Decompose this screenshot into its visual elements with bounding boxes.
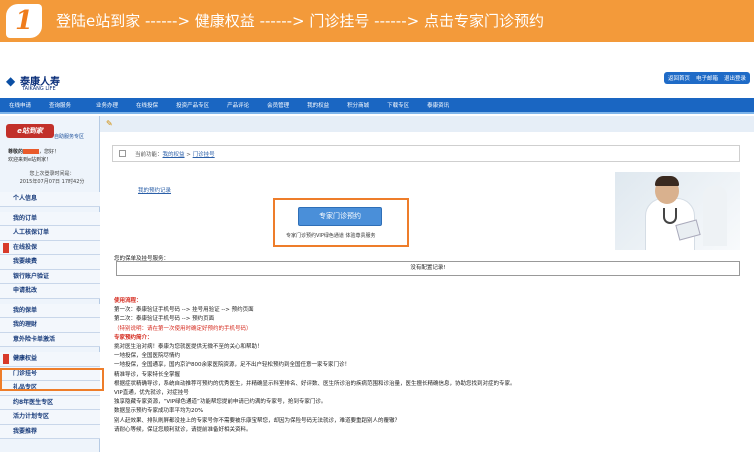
sidebar-item-label: 活力计划专区	[13, 413, 50, 420]
nav-item[interactable]: 会员管理	[258, 101, 298, 109]
instruction-line: 独享隐藏专家资源，“VIP绿色通道”功能帮您提前申请已约满的专家号，抢到专家门诊…	[114, 399, 327, 406]
instruction-line: 请耐心等候，保证您顺利就诊，请提前准备好相关资料。	[114, 426, 252, 433]
sidebar-menu: 个人信息我的订单人工核保订单 在线投保我要续费银行账户验证 申请批改我的保单我的理财…	[0, 192, 100, 439]
sidebar-item-label: 我要推荐	[13, 427, 38, 435]
sidebar-item-label: 我要续费	[13, 258, 38, 265]
sidebar-item[interactable]: 银行账户验证	[0, 269, 100, 284]
sidebar-item[interactable]: 我的保单	[0, 303, 100, 318]
crumb-link-rights[interactable]: 我的权益	[163, 152, 185, 158]
welcome-text: 尊敬的 ，您好！ 欢迎来到e站到家！	[8, 149, 60, 163]
folder-icon: ✎	[106, 119, 113, 128]
instruction-line: 数据显示预约专家成功率平均为20%	[114, 408, 204, 415]
sidebar-item[interactable]: 约8年医生专区	[0, 395, 100, 410]
sidebar-item-label: 申请批改	[13, 287, 38, 294]
top-links: 返回首页 电子邮箱 退出登录	[663, 72, 750, 84]
nav-item[interactable]: 产品评论	[218, 101, 258, 109]
new-tag-icon	[3, 354, 9, 364]
last-login: 您上次登录时间是： 2015年07月07日 17时42分	[19, 171, 85, 185]
main-nav: 在线申请 查询服务 业务办理 在线投保 投资产品专区 产品评论 会员管理 我的权…	[0, 98, 754, 114]
sidebar: e站到家 自助服务专区 尊敬的 ，您好！ 欢迎来到e站到家！ 您上次登录时间是： …	[0, 116, 100, 452]
instruction-line: 一地投保，全国医院尽情约	[114, 353, 181, 360]
step-number-badge: 1	[6, 4, 42, 38]
nav-item[interactable]: 在线投保	[127, 101, 167, 109]
estation-subtitle: 自助服务专区	[54, 134, 85, 140]
sidebar-item[interactable]: 意外险卡单激活	[0, 332, 100, 347]
sidebar-item[interactable]: 健康权益	[0, 352, 100, 367]
email-link[interactable]: 电子邮箱	[696, 74, 718, 82]
instruction-line: 第二次：泰康验证手机号码 --> 预约页面	[114, 316, 215, 323]
sidebar-item[interactable]: 我要续费	[0, 255, 100, 270]
sidebar-item-label: 意外险卡单激活	[13, 335, 56, 343]
nav-item[interactable]: 查询服务	[40, 101, 87, 109]
sidebar-item[interactable]: 我要推荐	[0, 424, 100, 439]
menu-highlight-outline	[0, 368, 104, 391]
estation-logo: e站到家	[6, 124, 54, 138]
home-link[interactable]: 返回首页	[668, 74, 690, 82]
sidebar-item[interactable]: 我的订单	[0, 211, 100, 226]
crumb-current[interactable]: 门诊挂号	[193, 152, 215, 158]
expert-appointment-button[interactable]: 专家门诊预约	[298, 207, 382, 226]
taikang-logo[interactable]: ◆ 泰康人寿 TAIKANG LIFE	[6, 72, 76, 98]
sidebar-item-label: 健康权益	[13, 355, 38, 362]
instruction-line: 别人赶效果、排队刷屏都没挂上的专家号你不需要被乐康宝帮您，却因为保险号码无法就诊…	[114, 417, 401, 424]
page-icon	[119, 150, 126, 157]
sidebar-item-label: 人工核保订单	[13, 229, 50, 236]
nav-item[interactable]: 投资产品专区	[167, 101, 218, 109]
sidebar-item-label: 我的保单	[13, 306, 38, 314]
instruction-line: 使用流程：	[114, 298, 142, 304]
sidebar-item-label: 个人信息	[13, 195, 38, 202]
sidebar-item[interactable]: 我的理财	[0, 318, 100, 333]
breadcrumb: 当前功能：我的权益 > 门诊挂号	[112, 145, 740, 162]
instructions: 使用流程： 第一次：泰康验证手机号码 --> 挂号用验证 --> 预约页面 第二次：…	[114, 297, 734, 435]
nav-item[interactable]: 在线申请	[0, 101, 40, 109]
step-banner: 1 登陆e站到家 ------> 健康权益 ------> 门诊挂号 -----…	[0, 0, 754, 42]
instruction-line: 精准导诊，专家特长全掌握	[114, 371, 181, 378]
sidebar-item-label: 我的理财	[13, 321, 38, 328]
nav-item[interactable]: 积分商城	[338, 101, 378, 109]
instruction-line: VIP直通，优先就诊，对症挂号	[114, 390, 189, 397]
sidebar-item-label: 我的订单	[13, 214, 38, 222]
instruction-line: 一地投保，全国通享，国内京沪800余家医院资源，足不出户轻松预约到全国任意一家专…	[114, 362, 351, 369]
logout-link[interactable]: 退出登录	[724, 74, 746, 82]
logo-en-text: TAIKANG LIFE	[22, 86, 56, 92]
nav-item[interactable]: 我的权益	[298, 101, 338, 109]
masked-name	[23, 149, 40, 154]
new-tag-icon	[3, 242, 9, 253]
sidebar-item-label: 在线投保	[13, 243, 38, 251]
doctor-photo	[615, 172, 740, 250]
sidebar-item-label: 约8年医生专区	[13, 398, 54, 406]
sidebar-item[interactable]: 人工核保订单	[0, 226, 100, 241]
sub-bar: ✎	[100, 116, 754, 132]
instruction-line: 第一次：泰康验证手机号码 --> 挂号用验证 --> 预约页面	[114, 307, 254, 314]
nav-item[interactable]: 业务办理	[87, 101, 127, 109]
sidebar-item-label: 银行账户验证	[13, 272, 50, 280]
sidebar-item[interactable]: 活力计划专区	[0, 410, 100, 425]
instruction-line: 根据症状精确导诊，系统自动推荐可预约的优秀医生，并精确显示科室排名、好评数、医生…	[114, 380, 516, 387]
appointment-record-link[interactable]: 我的预约记录	[138, 186, 171, 194]
sidebar-item[interactable]: 申请批改	[0, 284, 100, 299]
empty-record-box: 没有配置记录!	[116, 261, 740, 276]
nav-item[interactable]: 下载专区	[378, 101, 418, 109]
nav-item[interactable]: 泰康资讯	[418, 101, 458, 109]
sidebar-item[interactable]: 在线投保	[0, 240, 100, 255]
instruction-line: （特别说明：请在第一次使用时确定好预约的手机号码）	[114, 325, 252, 332]
sidebar-item[interactable]: 个人信息	[0, 192, 100, 207]
button-caption: 专家门诊预约VIP绿色通道 体验尊贵服务	[286, 233, 376, 239]
step-instructions: 登陆e站到家 ------> 健康权益 ------> 门诊挂号 ------>…	[56, 12, 544, 30]
logo-icon: ◆	[6, 74, 16, 88]
instruction-line: 挑对医生治对病！泰康为您就医提供无微不至的关心和帮助！	[114, 344, 263, 351]
instruction-line: 专家预约简介：	[114, 334, 153, 341]
